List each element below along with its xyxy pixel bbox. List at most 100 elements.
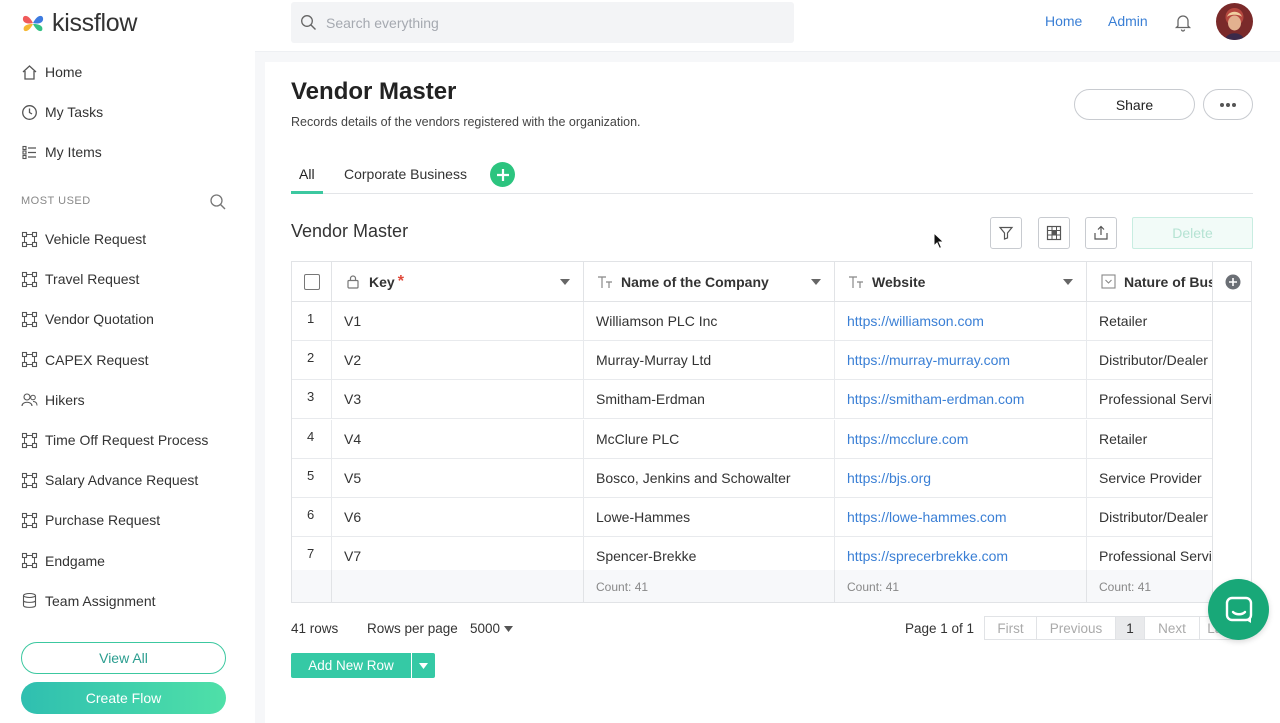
columns-button[interactable] [1038,217,1070,249]
sidebar-item-label: Team Assignment [45,592,156,609]
chevron-down-icon[interactable] [560,279,570,285]
table-columns-icon [1046,225,1062,241]
view-tabs: All Corporate Business [291,158,1253,194]
sidebar-item-my-items[interactable]: My Items [20,139,235,165]
sidebar-item-label: Time Off Request Process [45,432,209,448]
sidebar-item-label: Vendor Quotation [45,311,154,328]
website-cell[interactable]: https://williamson.com [835,302,1087,341]
mouse-cursor-icon [933,232,945,250]
first-page-button[interactable]: First [985,617,1037,639]
rows-count: 41 rows [291,621,339,636]
sidebar-item-home[interactable]: Home [20,59,235,85]
page-title: Vendor Master [291,78,457,105]
filter-button[interactable] [990,217,1022,249]
search-icon [300,14,317,31]
chevron-down-icon[interactable] [1063,279,1073,285]
key-cell[interactable]: V5 [332,458,584,498]
company-cell[interactable]: Williamson PLC Inc [584,302,835,341]
website-cell[interactable]: https://lowe-hammes.com [835,498,1087,537]
dropdown-field-icon [1100,274,1116,290]
sidebar-item-label: Vehicle Request [45,231,147,247]
row-number-cell[interactable]: 2 [292,341,332,381]
export-button[interactable] [1085,217,1117,249]
company-cell[interactable]: Lowe-Hammes [584,498,835,537]
list-icon [20,143,38,161]
sidebar-item-team-assignment[interactable]: Team Assignment [20,588,235,614]
key-cell[interactable]: V3 [332,380,584,420]
chevron-down-icon [504,625,514,632]
next-page-button[interactable]: Next [1145,617,1200,639]
delete-button[interactable]: Delete [1132,217,1253,249]
add-new-row-button[interactable]: Add New Row [291,653,411,678]
column-header-key[interactable]: Key * [332,262,584,302]
key-cell[interactable]: V1 [332,302,584,341]
company-cell[interactable]: Bosco, Jenkins and Schowalter [584,458,835,498]
website-cell[interactable]: https://mcclure.com [835,419,1087,459]
sidebar-item-my-tasks[interactable]: My Tasks [20,99,235,125]
column-header-website[interactable]: Website [835,262,1087,302]
row-number-cell[interactable]: 4 [292,419,332,459]
create-flow-button[interactable]: Create Flow [21,682,226,714]
share-button[interactable]: Share [1074,89,1195,120]
sidebar-item-endgame[interactable]: Endgame [20,548,235,574]
company-cell[interactable]: McClure PLC [584,419,835,459]
tab-all[interactable]: All [299,166,315,182]
website-cell[interactable]: https://bjs.org [835,458,1087,498]
search-input[interactable] [326,14,766,31]
rows-per-page-label: Rows per page [367,621,458,636]
avatar[interactable] [1216,3,1253,40]
key-cell[interactable]: V6 [332,498,584,537]
key-cell[interactable]: V2 [332,341,584,381]
pagination: First Previous 1 Next Last [984,616,1241,640]
admin-link[interactable]: Admin [1108,13,1148,29]
row-number-cell[interactable]: 6 [292,498,332,537]
home-link[interactable]: Home [1045,13,1082,29]
sidebar-item-capex-request[interactable]: CAPEX Request [20,347,235,373]
plus-circle-icon [1225,274,1241,289]
footer-count: Count: 41 [835,570,1087,602]
sidebar-item-time-off-request-process[interactable]: Time Off Request Process [20,427,235,453]
chevron-down-icon[interactable] [811,279,821,285]
website-cell[interactable]: https://smitham-erdman.com [835,380,1087,420]
sidebar-item-label: Home [45,64,83,80]
add-column-button[interactable] [1213,262,1251,302]
topbar: Home Admin [255,0,1280,52]
text-field-icon [848,274,864,290]
rows-per-page-select[interactable]: 5000 [470,621,514,636]
website-cell[interactable]: https://murray-murray.com [835,341,1087,381]
more-options-button[interactable] [1203,89,1253,120]
flow-icon [20,552,38,570]
row-number-cell[interactable]: 1 [292,302,332,341]
search-icon[interactable] [209,193,227,211]
flow-icon [20,471,38,489]
flow-icon [20,310,38,328]
sidebar-item-purchase-request[interactable]: Purchase Request [20,507,235,533]
view-all-button[interactable]: View All [21,642,226,674]
add-row-options-button[interactable] [411,653,435,678]
sidebar-item-hikers[interactable]: Hikers [20,387,235,413]
global-search[interactable] [291,2,794,43]
current-page-button[interactable]: 1 [1116,617,1145,639]
select-all-checkbox[interactable] [303,273,320,290]
bell-icon[interactable] [1173,12,1193,32]
column-header-company[interactable]: Name of the Company [584,262,835,302]
company-cell[interactable]: Murray-Murray Ltd [584,341,835,381]
add-view-button[interactable] [490,162,515,187]
tab-corporate-business[interactable]: Corporate Business [344,166,467,182]
sidebar-item-vendor-quotation[interactable]: Vendor Quotation [20,306,235,332]
column-label: Key [369,273,395,290]
users-icon [20,391,38,409]
key-cell[interactable]: V4 [332,419,584,459]
previous-page-button[interactable]: Previous [1037,617,1116,639]
chat-launcher-button[interactable] [1208,579,1269,640]
plus-icon [496,168,509,181]
row-number-cell[interactable]: 5 [292,458,332,498]
logo[interactable]: kissflow [20,9,137,38]
company-cell[interactable]: Smitham-Erdman [584,380,835,420]
flow-icon [20,351,38,369]
row-number-cell[interactable]: 3 [292,380,332,420]
sidebar-item-vehicle-request[interactable]: Vehicle Request [20,226,235,252]
sidebar-item-salary-advance-request[interactable]: Salary Advance Request [20,467,235,493]
flow-icon [20,230,38,248]
sidebar-item-travel-request[interactable]: Travel Request [20,266,235,292]
